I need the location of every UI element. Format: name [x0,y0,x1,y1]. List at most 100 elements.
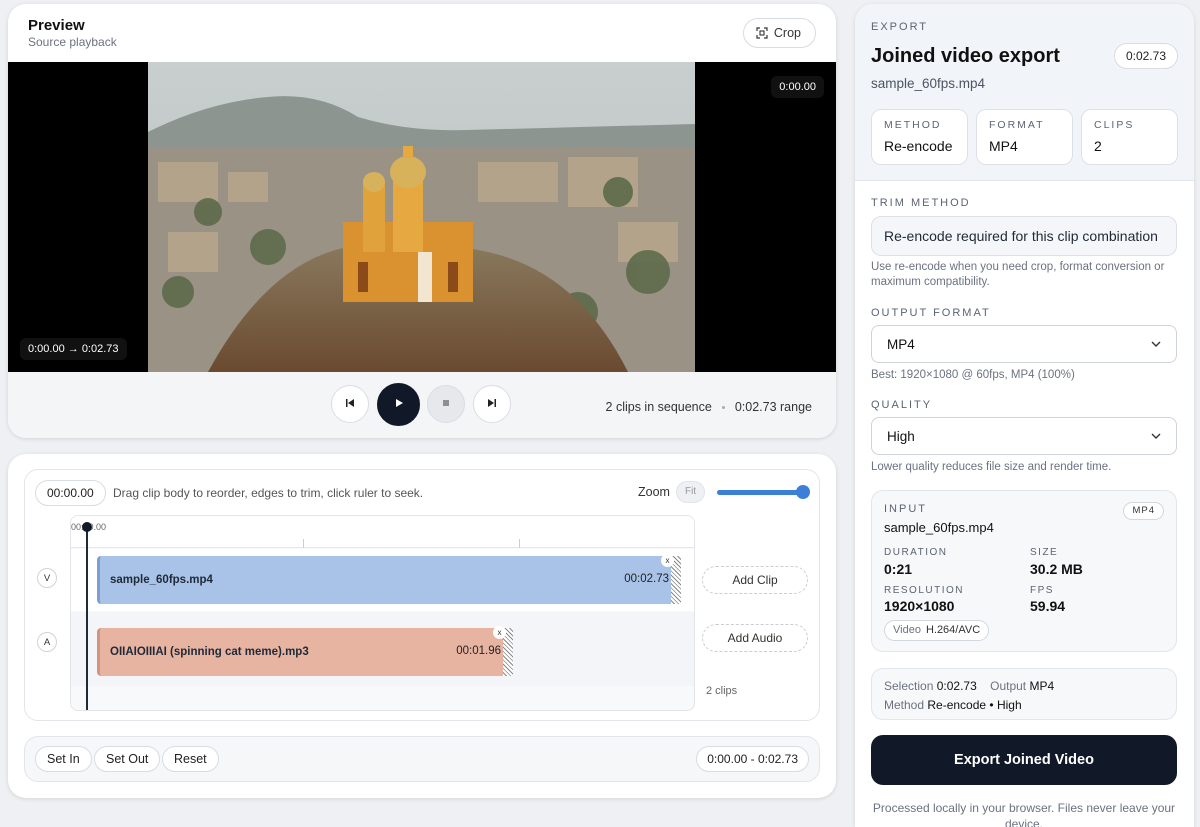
chevron-down-icon [1151,339,1161,350]
clips-in-sequence: 2 clips in sequence [605,400,712,414]
method-label: Method [884,698,925,712]
duration-value: 0:21 [884,561,913,577]
quality-label: QUALITY [871,399,933,411]
crop-button[interactable]: Crop [742,18,816,48]
remove-video-clip-button[interactable]: x [661,554,674,567]
video-track-badge: V [37,568,57,588]
range-text: 0:02.73 range [734,400,812,414]
range-badge: 0:00.00 → 0:02.73 [20,338,127,360]
play-button[interactable] [377,383,420,426]
preview-title: Preview [28,17,85,34]
play-icon [394,398,404,411]
resolution-value: 1920×1080 [884,598,955,614]
skip-end-icon [487,398,497,411]
timecode-field[interactable]: 00:00.00 [35,480,106,506]
output-format-help: Best: 1920×1080 @ 60fps, MP4 (100%) [871,369,1075,381]
stat-label: FORMAT [989,119,1045,131]
export-kicker: EXPORT [871,21,929,33]
trim-method-label: TRIM METHOD [871,197,971,209]
export-panel: EXPORT Joined video export 0:02.73 sampl… [855,4,1194,827]
sequence-info: 2 clips in sequence 0:02.73 range [606,400,812,414]
fit-button[interactable]: Fit [676,481,706,503]
codec-value: H.264/AVC [925,624,981,636]
selection-value: 0:02.73 [936,679,977,693]
output-value: MP4 [1029,679,1055,693]
video-player[interactable]: 0:00.00 0:00.00 → 0:02.73 [8,62,836,372]
input-kicker: INPUT [884,503,927,515]
audio-clip-duration: 00:01.96 [456,645,501,657]
skip-start-button[interactable] [331,385,369,423]
output-label: Output [990,679,1027,693]
video-clip-name: sample_60fps.mp4 [110,574,213,586]
quality-select[interactable]: High [871,417,1177,455]
selection-range: 0:00.00 - 0:02.73 [696,746,809,772]
audio-clip[interactable]: OIIAIOIIIAI (spinning cat meme).mp3 00:0… [97,626,513,676]
current-time-badge: 0:00.00 [771,76,824,98]
add-clip-button[interactable]: Add Clip [702,566,808,594]
duration-label: DURATION [884,547,948,558]
trim-toolbar: Set In Set Out Reset 0:00.00 - 0:02.73 [24,736,820,782]
video-clip[interactable]: sample_60fps.mp4 00:02.73 x [97,554,681,604]
playback-controls: 2 clips in sequence 0:02.73 range [8,372,836,438]
stat-label: METHOD [884,119,942,131]
separator-dot [721,405,725,409]
clips-count: 2 clips [706,685,738,697]
stat-format: FORMAT MP4 [976,109,1073,165]
export-filename: sample_60fps.mp4 [871,76,986,91]
privacy-note: Processed locally in your browser. Files… [872,801,1176,827]
quality-help: Lower quality reduces file size and rend… [871,461,1112,473]
preview-subtitle: Source playback [28,35,117,49]
fps-value: 59.94 [1030,598,1066,614]
method-value: Re-encode • High [927,698,1022,712]
ruler-tick [303,539,304,548]
output-format-value: MP4 [887,336,915,352]
crop-icon [756,27,768,39]
codec-badge: Video H.264/AVC [884,620,990,641]
stop-icon [442,398,450,410]
zoom-label: Zoom [638,485,670,499]
output-format-label: OUTPUT FORMAT [871,307,991,319]
export-title: Joined video export [871,45,1060,67]
stat-clips: CLIPS 2 [1081,109,1178,165]
timeline-panel: 00:00.00 Drag clip body to reorder, edge… [8,454,836,798]
set-in-button[interactable]: Set In [35,746,92,772]
input-format-badge: MP4 [1123,502,1164,520]
video-frame [148,62,695,372]
codec-label: Video [893,624,921,636]
export-summary: Selection 0:02.73 Output MP4 Method Re-e… [871,668,1177,720]
audio-track-badge: A [37,632,57,652]
timeline-hint: Drag clip body to reorder, edges to trim… [113,486,424,500]
stat-value: 2 [1094,138,1102,154]
quality-value: High [887,428,915,444]
add-audio-button[interactable]: Add Audio [702,624,808,652]
video-clip-duration: 00:02.73 [624,573,669,585]
remove-audio-clip-button[interactable]: x [493,626,506,639]
export-duration: 0:02.73 [1113,43,1178,69]
trim-method-field[interactable]: Re-encode required for this clip combina… [871,216,1177,256]
stat-value: MP4 [989,138,1018,154]
zoom-slider-thumb[interactable] [796,485,810,499]
timeline-ruler[interactable]: 00:00.00 [71,516,694,548]
playhead-knob[interactable] [82,522,92,532]
skip-end-button[interactable] [473,385,511,423]
output-format-select[interactable]: MP4 [871,325,1177,363]
audio-clip-name: OIIAIOIIIAI (spinning cat meme).mp3 [110,646,309,658]
reset-button[interactable]: Reset [162,746,219,772]
preview-panel: Preview Source playback Crop 0:00.00 0:0… [8,4,836,438]
stop-button[interactable] [427,385,465,423]
ruler-tick [519,539,520,548]
zoom-slider[interactable] [717,485,810,499]
set-out-button[interactable]: Set Out [94,746,161,772]
track-area[interactable]: 00:00.00 sample_60fps.mp4 00:02.73 x OII… [70,515,695,711]
selection-label: Selection [884,679,934,693]
playhead[interactable] [82,522,92,710]
fps-label: FPS [1030,585,1054,596]
skip-start-icon [345,398,355,411]
trim-method-help: Use re-encode when you need crop, format… [871,261,1165,288]
stat-label: CLIPS [1094,119,1135,131]
export-joined-video-button[interactable]: Export Joined Video [871,735,1177,785]
crop-label: Crop [773,26,801,40]
size-label: SIZE [1030,547,1059,558]
chevron-down-icon [1151,431,1161,442]
video-track: sample_60fps.mp4 00:02.73 x [71,549,694,611]
